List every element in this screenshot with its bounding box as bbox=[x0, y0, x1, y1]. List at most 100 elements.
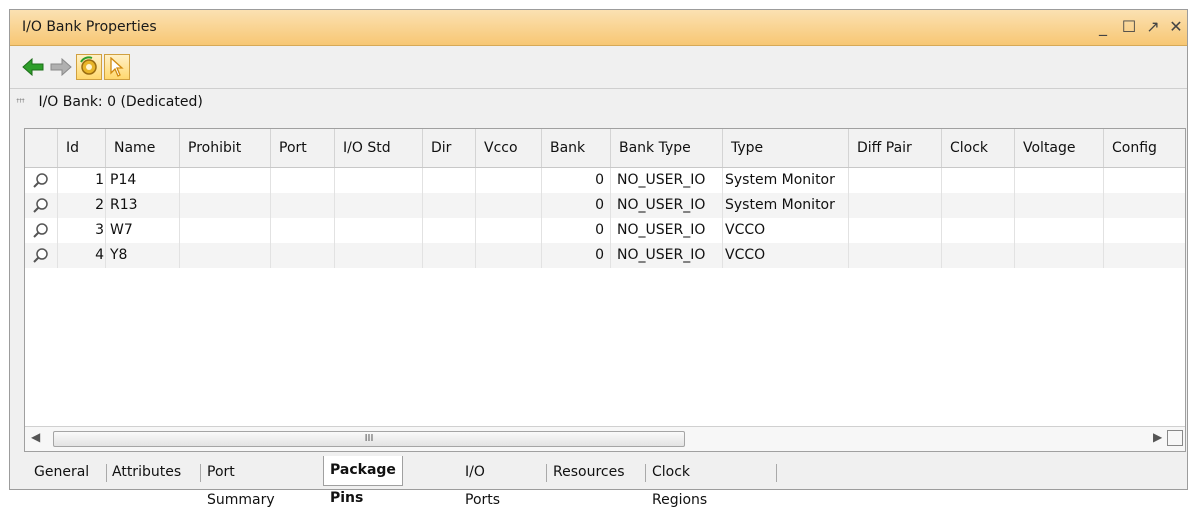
table-row[interactable]: 2 R13 0 NO_USER_IO System Monitor bbox=[25, 193, 1185, 218]
column-header-dir[interactable]: Dir bbox=[423, 129, 476, 167]
cell-diff-pair bbox=[849, 193, 942, 218]
properties-window: I/O Bank Properties _ ☐ ↗ ✕ ꜛꜛꜛ I/O Bank… bbox=[9, 9, 1188, 508]
minimize-button[interactable]: _ bbox=[1092, 15, 1114, 39]
forward-arrow-icon bbox=[50, 58, 72, 76]
cell-io-std bbox=[335, 243, 423, 268]
tab-resources[interactable]: Resources bbox=[553, 458, 625, 486]
cell-config bbox=[1104, 218, 1185, 243]
cell-vcco bbox=[476, 168, 542, 193]
cell-dir bbox=[423, 218, 476, 243]
cell-port bbox=[271, 193, 335, 218]
column-header-bank-type[interactable]: Bank Type bbox=[611, 129, 723, 167]
cell-name: R13 bbox=[106, 193, 180, 218]
magnify-icon[interactable] bbox=[25, 243, 58, 268]
cell-type: System Monitor bbox=[723, 168, 849, 193]
cell-id: 3 bbox=[58, 218, 106, 243]
cell-voltage bbox=[1015, 168, 1104, 193]
column-header-type[interactable]: Type bbox=[723, 129, 849, 167]
cell-io-std bbox=[335, 218, 423, 243]
cell-bank-type: NO_USER_IO bbox=[611, 193, 723, 218]
tab-general[interactable]: General bbox=[34, 458, 89, 486]
tab-separator bbox=[546, 464, 547, 482]
column-header-id[interactable]: Id bbox=[58, 129, 106, 167]
cell-id: 1 bbox=[58, 168, 106, 193]
io-bank-icon: ꜛꜛꜛ bbox=[16, 98, 25, 109]
table-row[interactable]: 1 P14 0 NO_USER_IO System Monitor bbox=[25, 168, 1185, 193]
maximize-icon: ☐ bbox=[1121, 17, 1137, 36]
scroll-thumb[interactable]: III bbox=[53, 431, 685, 447]
scroll-right-icon[interactable]: ▶ bbox=[1153, 430, 1162, 444]
window-title: I/O Bank Properties bbox=[22, 19, 157, 35]
column-header-voltage[interactable]: Voltage bbox=[1015, 129, 1104, 167]
table-row[interactable]: 4 Y8 0 NO_USER_IO VCCO bbox=[25, 243, 1185, 268]
column-header-bank[interactable]: Bank bbox=[542, 129, 611, 167]
auto-update-button[interactable] bbox=[76, 54, 102, 80]
bank-label: I/O Bank: 0 (Dedicated) bbox=[38, 94, 203, 110]
forward-button[interactable] bbox=[48, 54, 74, 80]
column-header-config[interactable]: Config bbox=[1104, 129, 1185, 167]
close-icon: ✕ bbox=[1169, 17, 1183, 36]
cell-dir bbox=[423, 168, 476, 193]
tab-port-summary[interactable]: Port Summary bbox=[207, 458, 275, 508]
column-header-diff-pair[interactable]: Diff Pair bbox=[849, 129, 942, 167]
column-header-port[interactable]: Port bbox=[271, 129, 335, 167]
table-header: Id Name Prohibit Port I/O Std Dir Vcco B… bbox=[25, 129, 1185, 168]
cell-diff-pair bbox=[849, 168, 942, 193]
tab-io-ports[interactable]: I/O Ports bbox=[465, 458, 500, 508]
column-header-icon bbox=[25, 129, 58, 167]
cell-voltage bbox=[1015, 218, 1104, 243]
package-pins-table: Id Name Prohibit Port I/O Std Dir Vcco B… bbox=[24, 128, 1186, 452]
back-button[interactable] bbox=[20, 54, 46, 80]
cell-config bbox=[1104, 193, 1185, 218]
cell-name: P14 bbox=[106, 168, 180, 193]
back-arrow-icon bbox=[22, 58, 44, 76]
cell-type: VCCO bbox=[723, 218, 849, 243]
title-bar[interactable]: I/O Bank Properties _ ☐ ↗ ✕ bbox=[10, 10, 1187, 46]
float-button[interactable]: ↗ bbox=[1142, 15, 1164, 39]
bank-header: ꜛꜛꜛ I/O Bank: 0 (Dedicated) bbox=[16, 94, 203, 110]
cell-clock bbox=[942, 168, 1015, 193]
cell-prohibit bbox=[180, 243, 271, 268]
cell-prohibit bbox=[180, 193, 271, 218]
tab-clock-regions[interactable]: Clock Regions bbox=[652, 458, 707, 508]
cell-bank-type: NO_USER_IO bbox=[611, 168, 723, 193]
tab-separator bbox=[106, 464, 107, 482]
cell-id: 4 bbox=[58, 243, 106, 268]
cell-vcco bbox=[476, 243, 542, 268]
select-button[interactable] bbox=[104, 54, 130, 80]
close-button[interactable]: ✕ bbox=[1165, 15, 1187, 39]
cell-config bbox=[1104, 243, 1185, 268]
magnify-icon[interactable] bbox=[25, 168, 58, 193]
cell-bank-type: NO_USER_IO bbox=[611, 218, 723, 243]
cell-clock bbox=[942, 218, 1015, 243]
cell-prohibit bbox=[180, 168, 271, 193]
cell-vcco bbox=[476, 218, 542, 243]
scroll-left-icon[interactable]: ◀ bbox=[31, 430, 40, 444]
cell-id: 2 bbox=[58, 193, 106, 218]
cell-io-std bbox=[335, 168, 423, 193]
column-header-prohibit[interactable]: Prohibit bbox=[180, 129, 271, 167]
cell-diff-pair bbox=[849, 218, 942, 243]
tab-separator bbox=[776, 464, 777, 482]
cell-bank: 0 bbox=[542, 193, 611, 218]
column-header-io-std[interactable]: I/O Std bbox=[335, 129, 423, 167]
gear-sync-icon bbox=[80, 56, 97, 75]
cell-bank: 0 bbox=[542, 243, 611, 268]
tab-attributes[interactable]: Attributes bbox=[112, 458, 181, 486]
magnify-icon[interactable] bbox=[25, 193, 58, 218]
column-header-clock[interactable]: Clock bbox=[942, 129, 1015, 167]
tab-package-pins[interactable]: Package Pins bbox=[323, 456, 403, 506]
cell-voltage bbox=[1015, 243, 1104, 268]
cell-name: Y8 bbox=[106, 243, 180, 268]
cursor-icon bbox=[110, 57, 124, 77]
column-header-name[interactable]: Name bbox=[106, 129, 180, 167]
minimize-icon: _ bbox=[1099, 17, 1107, 36]
maximize-button[interactable]: ☐ bbox=[1118, 15, 1140, 39]
horizontal-scrollbar[interactable]: ◀ III ▶ bbox=[25, 426, 1185, 451]
magnify-icon[interactable] bbox=[25, 218, 58, 243]
cell-clock bbox=[942, 193, 1015, 218]
column-header-vcco[interactable]: Vcco bbox=[476, 129, 542, 167]
table-row[interactable]: 3 W7 0 NO_USER_IO VCCO bbox=[25, 218, 1185, 243]
cell-name: W7 bbox=[106, 218, 180, 243]
cell-clock bbox=[942, 243, 1015, 268]
